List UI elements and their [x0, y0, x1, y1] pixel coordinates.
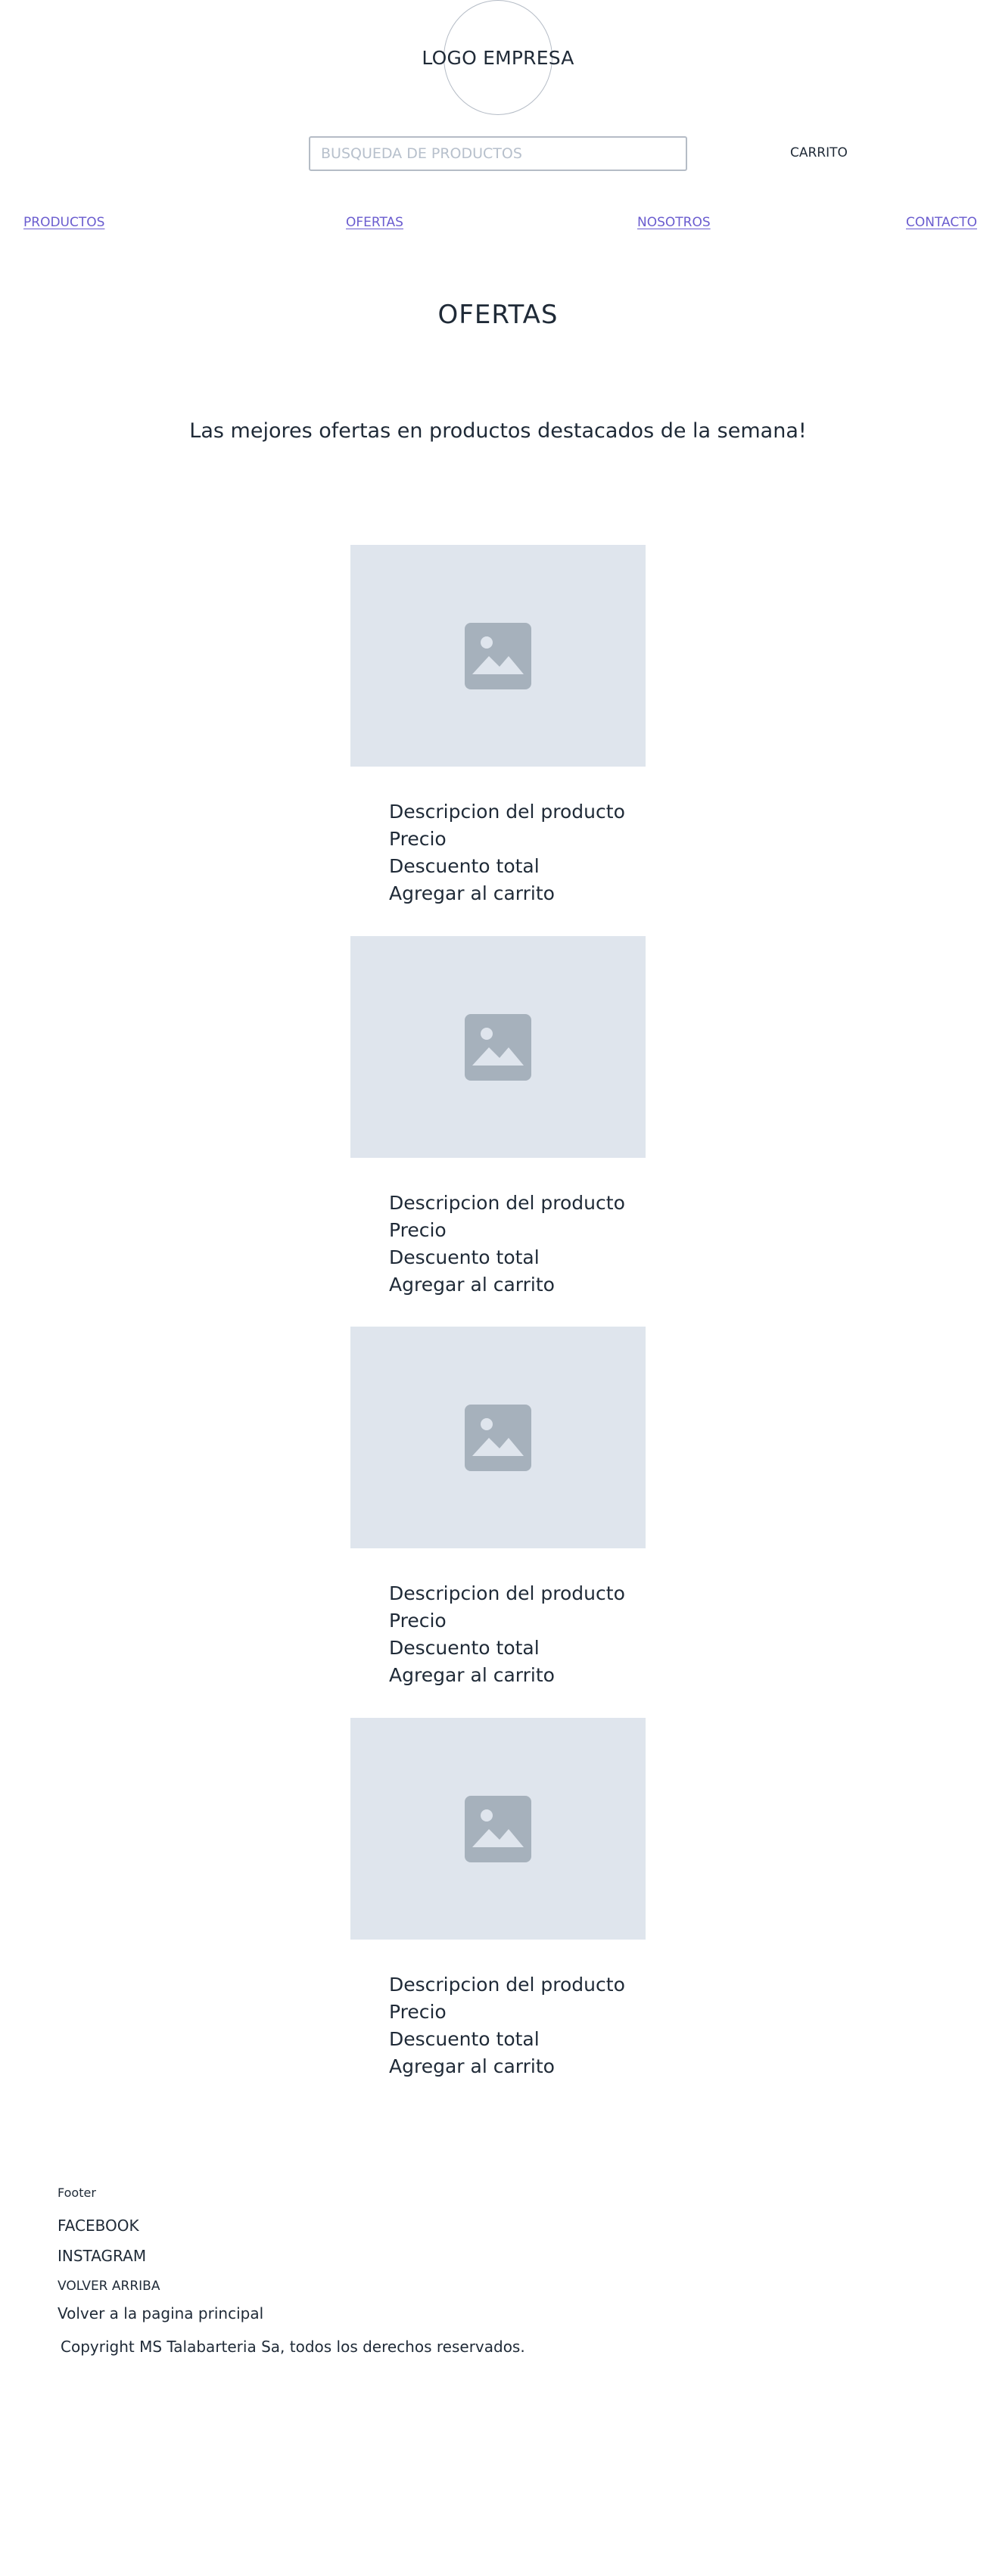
- nav-item-productos[interactable]: PRODUCTOS: [23, 215, 104, 230]
- copyright-text: Copyright MS Talabarteria Sa, todos los …: [61, 2338, 525, 2356]
- product-description: Descripcion del producto: [389, 1192, 625, 1214]
- footer-label: Footer: [58, 2186, 96, 2200]
- add-to-cart-button[interactable]: Agregar al carrito: [389, 1271, 646, 1299]
- product-price: Precio: [389, 2001, 447, 2023]
- company-logo[interactable]: LOGO EMPRESA: [422, 0, 574, 115]
- product-price: Precio: [389, 1219, 447, 1241]
- product-card: Descripcion del producto Precio Descuent…: [350, 545, 646, 907]
- page-footer: Footer FACEBOOK INSTAGRAM VOLVER ARRIBA …: [58, 2186, 525, 2356]
- image-placeholder-icon: [465, 1013, 531, 1081]
- product-image[interactable]: [350, 1327, 646, 1548]
- product-image[interactable]: [350, 936, 646, 1158]
- product-price: Precio: [389, 1610, 447, 1632]
- add-to-cart-button[interactable]: Agregar al carrito: [389, 2053, 646, 2080]
- search-input[interactable]: [309, 136, 687, 171]
- product-image[interactable]: [350, 545, 646, 767]
- product-description: Descripcion del producto: [389, 1974, 625, 1996]
- main-page-link[interactable]: Volver a la pagina principal: [58, 2304, 525, 2322]
- nav-item-nosotros[interactable]: NOSOTROS: [637, 215, 711, 230]
- image-placeholder-icon: [465, 622, 531, 689]
- nav-item-contacto[interactable]: CONTACTO: [906, 215, 977, 230]
- cart-link[interactable]: CARRITO: [790, 145, 848, 160]
- back-to-top-link[interactable]: VOLVER ARRIBA: [58, 2279, 525, 2294]
- product-card: Descripcion del producto Precio Descuent…: [350, 1327, 646, 1689]
- product-discount: Descuento total: [389, 2028, 540, 2050]
- facebook-link[interactable]: FACEBOOK: [58, 2210, 525, 2241]
- product-discount: Descuento total: [389, 1637, 540, 1659]
- add-to-cart-button[interactable]: Agregar al carrito: [389, 880, 646, 907]
- logo-text: LOGO EMPRESA: [422, 46, 574, 69]
- product-image[interactable]: [350, 1718, 646, 1940]
- instagram-link[interactable]: INSTAGRAM: [58, 2241, 525, 2271]
- product-price: Precio: [389, 828, 447, 850]
- image-placeholder-icon: [465, 1404, 531, 1471]
- product-discount: Descuento total: [389, 855, 540, 877]
- add-to-cart-button[interactable]: Agregar al carrito: [389, 1662, 646, 1689]
- product-description: Descripcion del producto: [389, 801, 625, 823]
- nav-item-ofertas[interactable]: OFERTAS: [346, 215, 403, 230]
- product-card: Descripcion del producto Precio Descuent…: [350, 936, 646, 1299]
- page-subtitle: Las mejores ofertas en productos destaca…: [189, 419, 807, 443]
- product-discount: Descuento total: [389, 1246, 540, 1268]
- product-card: Descripcion del producto Precio Descuent…: [350, 1718, 646, 2080]
- product-description: Descripcion del producto: [389, 1582, 625, 1604]
- image-placeholder-icon: [465, 1795, 531, 1862]
- page-title: OFERTAS: [437, 300, 559, 330]
